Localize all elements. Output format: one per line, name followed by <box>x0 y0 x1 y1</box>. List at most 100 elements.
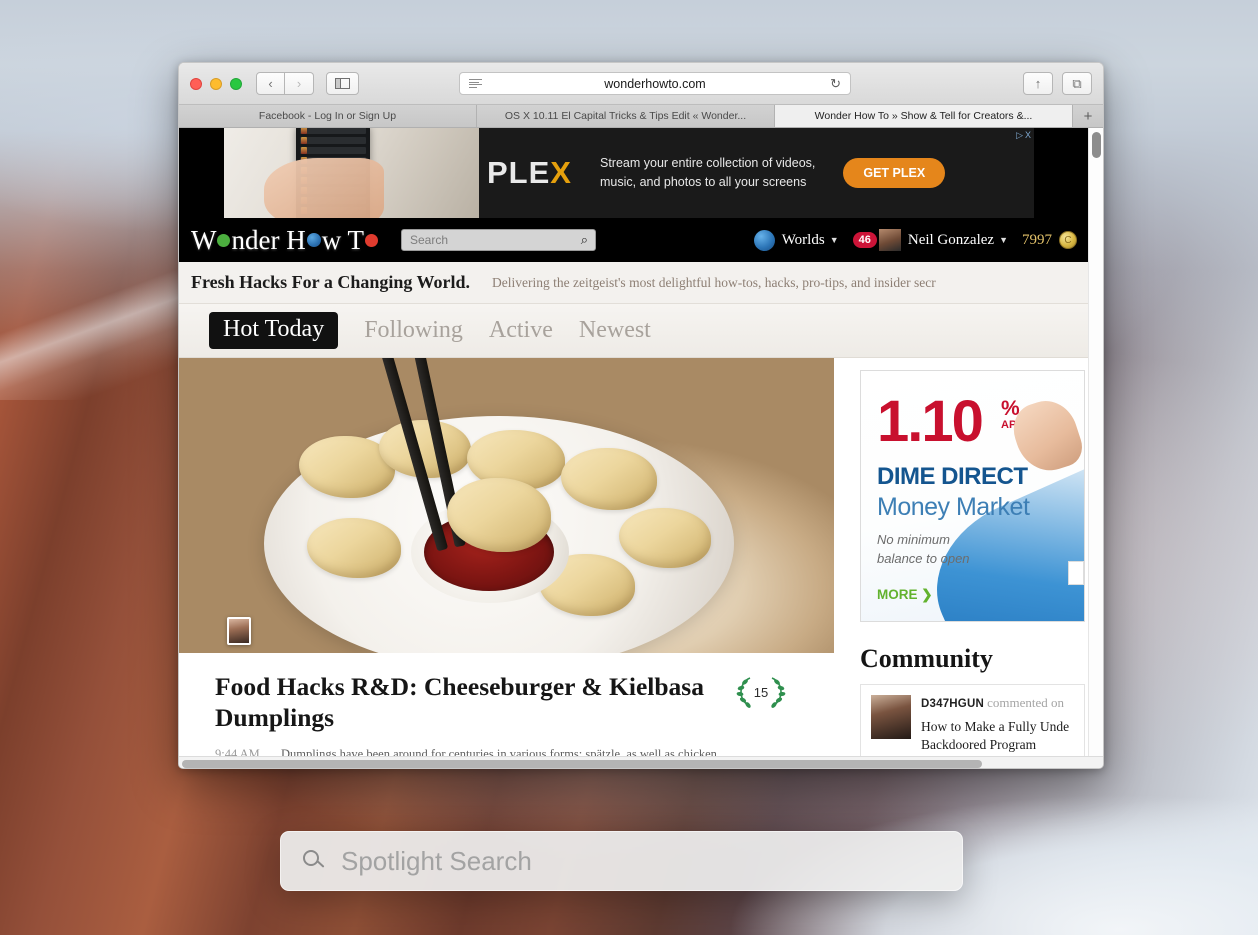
username-menu[interactable]: Neil Gonzalez <box>908 232 994 249</box>
spotlight-search-bar[interactable]: Spotlight Search <box>280 831 963 891</box>
plex-copy-line-2: music, and photos to all your screens <box>599 175 807 189</box>
horizontal-scrollbar-thumb[interactable] <box>182 760 982 768</box>
score-value: 15 <box>753 684 769 700</box>
avatar[interactable] <box>871 695 911 739</box>
community-heading: Community <box>860 644 993 673</box>
ad-subtext-line-2: balance to open <box>877 550 970 566</box>
spotlight-placeholder: Spotlight Search <box>341 845 532 876</box>
logo-text-2: nder H <box>231 224 306 255</box>
feature-article-title[interactable]: Food Hacks R&D: Cheeseburger & Kielbasa … <box>215 671 735 733</box>
plex-ad-copy-area: PLEX Stream your entire collection of vi… <box>479 128 1034 218</box>
sidebar-column: 1.10 % APY* DIME DIRECT Money Market No … <box>834 358 1089 756</box>
comment-action: commented on <box>987 695 1065 710</box>
notification-badge[interactable]: 46 <box>852 232 877 248</box>
adchoices-icon[interactable]: ▷ <box>1016 130 1023 141</box>
wonderhowto-logo[interactable]: W nder H w T <box>191 225 379 256</box>
safari-window: ‹ › wonderhowto.com ↻ ↑ ⧉ Facebook - Log… <box>178 62 1104 769</box>
comment-username[interactable]: D347HGUN <box>921 698 984 710</box>
browser-toolbar: ‹ › wonderhowto.com ↻ ↑ ⧉ <box>179 63 1103 105</box>
reader-view-icon[interactable] <box>469 79 482 88</box>
user-caret-icon[interactable]: ▼ <box>999 235 1008 245</box>
comment-target-title[interactable]: How to Make a Fully Unde Backdoored Prog… <box>921 718 1069 754</box>
ad-brand-line-1: DIME DIRECT <box>877 463 1028 490</box>
ad-more-link[interactable]: MORE ❯ <box>877 587 933 603</box>
ad-subtext: No minimum balance to open <box>877 531 970 569</box>
close-window-button[interactable] <box>190 77 202 90</box>
tagline-headline: Fresh Hacks For a Changing World. <box>191 272 471 292</box>
horizontal-scrollbar[interactable] <box>179 756 1103 768</box>
browser-tab[interactable]: Facebook - Log In or Sign Up <box>179 105 477 127</box>
list-item[interactable]: D347HGUN commented on How to Make a Full… <box>860 684 1085 756</box>
site-search-input[interactable]: Search ⌕ <box>400 229 596 251</box>
ad-rate-value: 1.10 <box>877 389 984 454</box>
tagline-subtext: Delivering the zeitgeist's most delightf… <box>492 274 936 290</box>
tab-bar: Facebook - Log In or Sign Up OS X 10.11 … <box>179 105 1103 128</box>
tab-active[interactable]: Active <box>489 317 553 344</box>
logo-green-dot-icon <box>217 233 231 247</box>
search-icon <box>303 850 325 872</box>
ad-brand-line-2: Money Market <box>877 493 1030 521</box>
feed-tabs: Hot Today Following Active Newest <box>179 304 1089 358</box>
share-icon[interactable]: ↑ <box>1023 72 1053 95</box>
window-traffic-lights <box>190 77 242 90</box>
score-badge: 15 <box>730 673 792 711</box>
comment-title-line-1: How to Make a Fully Unde <box>921 719 1070 734</box>
adchoices-controls[interactable]: ▷ X <box>1016 130 1031 141</box>
points-value: 7997 <box>1022 231 1052 248</box>
back-button[interactable]: ‹ <box>256 72 285 95</box>
coin-icon: C <box>1059 231 1077 249</box>
url-text: wonderhowto.com <box>604 76 706 91</box>
worlds-globe-icon <box>753 229 775 251</box>
ad-next-arrow[interactable] <box>1068 561 1084 585</box>
tabs-overview-icon[interactable]: ⧉ <box>1062 72 1092 95</box>
sidebar-icon <box>335 78 350 89</box>
plex-copy-line-1: Stream your entire collection of videos, <box>599 155 816 170</box>
logo-globe-icon <box>306 233 321 247</box>
worlds-menu[interactable]: Worlds <box>782 232 825 249</box>
page-content: PLEX Stream your entire collection of vi… <box>179 128 1089 756</box>
dime-direct-ad[interactable]: 1.10 % APY* DIME DIRECT Money Market No … <box>860 370 1085 622</box>
minimize-window-button[interactable] <box>210 77 222 90</box>
browser-tab-active[interactable]: Wonder How To » Show & Tell for Creators… <box>775 105 1073 127</box>
forward-button[interactable]: › <box>285 72 314 95</box>
plex-ad-photo <box>224 128 479 218</box>
worlds-caret-icon[interactable]: ▼ <box>830 235 839 245</box>
article-dek: Dumplings have been around for centuries… <box>280 747 717 756</box>
logo-text-1: W <box>191 224 217 255</box>
desktop: ‹ › wonderhowto.com ↻ ↑ ⧉ Facebook - Log… <box>0 0 1258 935</box>
plex-logo: PLEX <box>487 155 572 190</box>
ad-subtext-line-1: No minimum <box>877 532 950 547</box>
logo-red-dot-icon <box>364 233 378 247</box>
feature-article-block: Food Hacks R&D: Cheeseburger & Kielbasa … <box>179 653 834 756</box>
vertical-scrollbar[interactable] <box>1088 128 1103 756</box>
content-columns: Food Hacks R&D: Cheeseburger & Kielbasa … <box>179 358 1089 756</box>
browser-tab[interactable]: OS X 10.11 El Capital Tricks & Tips Edit… <box>477 105 775 127</box>
site-tagline-bar: Fresh Hacks For a Changing World. Delive… <box>179 262 1089 304</box>
plex-ad-banner[interactable]: PLEX Stream your entire collection of vi… <box>179 128 1089 218</box>
article-timestamp: 9:44 AM <box>215 747 260 756</box>
search-icon[interactable]: ⌕ <box>581 232 588 248</box>
author-avatar[interactable] <box>227 617 251 645</box>
sidebar-toggle-icon[interactable] <box>326 72 359 95</box>
new-tab-button[interactable]: + <box>1073 105 1103 127</box>
feature-article-meta: 9:44 AM Dumplings have been around for c… <box>215 747 810 756</box>
comment-title-line-2: Backdoored Program <box>921 737 1037 753</box>
reload-icon[interactable]: ↻ <box>830 76 841 92</box>
site-header: W nder H w T Search ⌕ Worlds ▼ 46 Neil G… <box>179 218 1089 262</box>
comment-body: D347HGUN commented on How to Make a Full… <box>921 695 1069 754</box>
vertical-scrollbar-thumb[interactable] <box>1092 132 1101 158</box>
zoom-window-button[interactable] <box>230 77 242 90</box>
ad-right-gutter <box>1034 128 1089 218</box>
main-column: Food Hacks R&D: Cheeseburger & Kielbasa … <box>179 358 834 756</box>
feature-hero-image[interactable] <box>179 358 834 653</box>
tab-following[interactable]: Following <box>364 317 463 344</box>
close-ad-icon[interactable]: X <box>1025 130 1031 141</box>
hand-illustration <box>264 158 384 218</box>
site-search-placeholder: Search <box>409 233 449 247</box>
logo-text-3: w T <box>321 224 364 255</box>
address-bar[interactable]: wonderhowto.com ↻ <box>459 72 851 95</box>
tab-newest[interactable]: Newest <box>579 317 651 344</box>
get-plex-button[interactable]: GET PLEX <box>843 158 946 188</box>
tab-hot-today[interactable]: Hot Today <box>209 312 339 349</box>
avatar[interactable] <box>878 229 901 251</box>
